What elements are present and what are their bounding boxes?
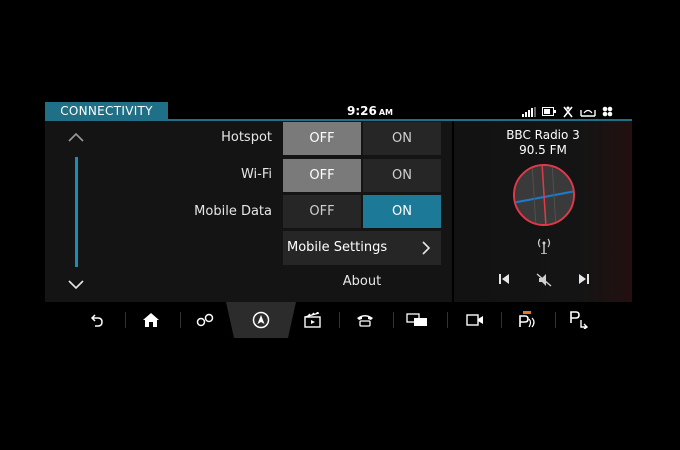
chevron-right-icon <box>422 241 431 255</box>
phone-icon <box>357 315 373 327</box>
wifi-on-button[interactable]: ON <box>363 159 441 192</box>
status-icons <box>522 105 613 118</box>
dashboard-icon <box>580 109 596 117</box>
nav-divider <box>501 312 502 328</box>
infotainment-screen: CONNECTIVITY 9:26 AM Hotspot OFF ON Wi-F… <box>0 0 680 450</box>
seat-heating-icon <box>563 106 573 117</box>
previous-track-icon[interactable] <box>498 273 510 285</box>
media-panel[interactable]: BBC Radio 3 90.5 FM <box>454 121 632 302</box>
nav-park-assist-button[interactable] <box>567 310 591 330</box>
fan-icon <box>602 106 613 117</box>
scroll-down-icon[interactable] <box>67 278 85 292</box>
mobile-data-toggle[interactable]: OFF ON <box>283 195 441 228</box>
status-bar: CONNECTIVITY 9:26 AM <box>45 102 632 121</box>
nav-divider <box>393 312 394 328</box>
signal-icon <box>522 106 536 117</box>
nav-screen-button[interactable] <box>405 310 429 330</box>
mobile-settings-button[interactable]: Mobile Settings <box>283 231 441 265</box>
scroll-up-icon[interactable] <box>67 130 85 144</box>
hotspot-toggle[interactable]: OFF ON <box>283 122 441 155</box>
radio-dial-icon[interactable] <box>512 163 576 227</box>
clock-ampm: AM <box>378 108 393 117</box>
connectivity-icon <box>196 313 214 327</box>
hotspot-on-button[interactable]: ON <box>363 122 441 155</box>
clock: 9:26 AM <box>325 102 415 121</box>
station-name: BBC Radio 3 <box>506 128 580 142</box>
mobile-data-on-button[interactable]: ON <box>363 195 441 228</box>
nav-navigation-button[interactable] <box>249 310 273 330</box>
bottom-nav <box>45 302 632 338</box>
section-title: CONNECTIVITY <box>45 102 168 121</box>
hotspot-label: Hotspot <box>221 130 272 145</box>
mobile-data-off-button[interactable]: OFF <box>283 195 361 228</box>
settings-panel: Hotspot OFF ON Wi-Fi OFF ON Mobile Data … <box>45 121 452 302</box>
home-icon <box>143 313 159 327</box>
scrollbar-thumb[interactable] <box>75 157 78 267</box>
nav-connectivity-button[interactable] <box>193 310 217 330</box>
nav-home-button[interactable] <box>139 310 163 330</box>
screen-icon <box>406 313 427 326</box>
navigation-icon <box>252 311 270 329</box>
mute-icon[interactable] <box>536 273 552 287</box>
nav-divider <box>125 312 126 328</box>
wifi-off-button[interactable]: OFF <box>283 159 361 192</box>
nav-phone-button[interactable] <box>353 310 377 330</box>
nav-divider <box>339 312 340 328</box>
nav-divider <box>447 312 448 328</box>
back-icon <box>91 314 103 327</box>
parking-icon <box>519 311 535 328</box>
nav-media-button[interactable] <box>301 310 325 330</box>
battery-icon <box>542 107 556 116</box>
nav-parking-button[interactable] <box>515 310 539 330</box>
camera-icon <box>466 314 483 326</box>
about-button[interactable]: About <box>283 274 441 289</box>
mobile-data-label: Mobile Data <box>194 204 272 219</box>
media-icon <box>304 312 321 328</box>
station-frequency: 90.5 FM <box>519 143 567 157</box>
nav-divider <box>180 312 181 328</box>
wifi-toggle[interactable]: OFF ON <box>283 159 441 192</box>
antenna-icon <box>537 238 551 254</box>
next-track-icon[interactable] <box>578 273 590 285</box>
nav-camera-button[interactable] <box>463 310 487 330</box>
hotspot-off-button[interactable]: OFF <box>283 122 361 155</box>
wifi-label: Wi-Fi <box>240 167 272 182</box>
nav-divider <box>555 312 556 328</box>
clock-time: 9:26 <box>346 104 377 118</box>
nav-back-button[interactable] <box>85 310 109 330</box>
mobile-settings-label: Mobile Settings <box>287 240 388 255</box>
park-assist-icon <box>570 311 589 329</box>
